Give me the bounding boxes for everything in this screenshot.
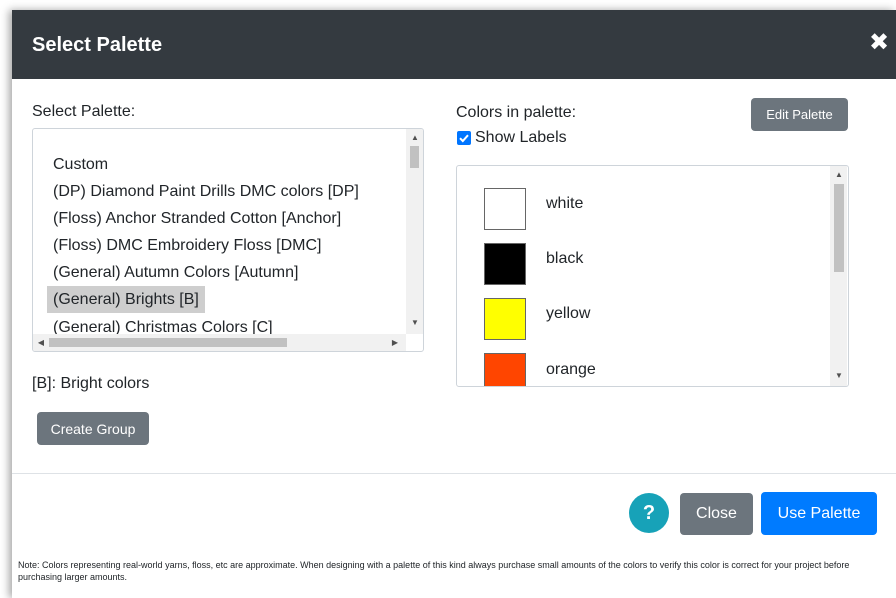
color-swatch-orange[interactable] — [484, 353, 526, 386]
color-label-orange: orange — [546, 361, 596, 378]
palette-option-dp[interactable]: (DP) Diamond Paint Drills DMC colors [DP… — [47, 178, 365, 205]
close-button[interactable]: Close — [680, 493, 753, 535]
palette-option-custom[interactable]: Custom — [47, 151, 114, 178]
colors-scroll-thumb[interactable] — [834, 184, 844, 272]
show-labels-label[interactable]: Show Labels — [475, 128, 567, 148]
disclaimer-note: Note: Colors representing real-world yar… — [18, 560, 850, 582]
dialog-header: Select Palette ✖ — [12, 10, 896, 79]
use-palette-button[interactable]: Use Palette — [761, 492, 877, 535]
dialog-title: Select Palette — [32, 34, 163, 56]
color-label-white: white — [546, 195, 584, 212]
palette-option-anchor[interactable]: (Floss) Anchor Stranded Cotton [Anchor] — [47, 205, 347, 232]
scroll-up-arrow-icon[interactable]: ▲ — [409, 133, 421, 143]
palette-listbox[interactable]: Custom (DP) Diamond Paint Drills DMC col… — [32, 128, 424, 352]
colors-in-palette-label: Colors in palette: — [456, 104, 577, 121]
palette-list-horizontal-scrollbar[interactable]: ◀ ▶ — [33, 334, 406, 351]
edit-palette-button[interactable]: Edit Palette — [751, 98, 848, 131]
palette-option-dmc[interactable]: (Floss) DMC Embroidery Floss [DMC] — [47, 232, 327, 259]
footer-divider — [12, 473, 896, 474]
scroll-up-arrow-icon[interactable]: ▲ — [833, 170, 845, 180]
color-swatch-black[interactable] — [484, 243, 526, 285]
scroll-left-arrow-icon[interactable]: ◀ — [35, 338, 47, 348]
horizontal-scroll-thumb[interactable] — [49, 338, 287, 347]
palette-description: [B]: Bright colors — [32, 375, 150, 392]
help-icon[interactable]: ? — [629, 493, 669, 533]
palette-list-vertical-scrollbar[interactable]: ▲ ▼ — [406, 129, 423, 334]
color-label-black: black — [546, 250, 584, 267]
palette-option-brights[interactable]: (General) Brights [B] — [47, 286, 205, 313]
palette-colors-box: white black yellow orange ▲ ▼ — [456, 165, 849, 387]
color-label-yellow: yellow — [546, 305, 591, 322]
color-swatch-white[interactable] — [484, 188, 526, 230]
select-palette-label: Select Palette: — [32, 103, 136, 120]
palette-option-autumn[interactable]: (General) Autumn Colors [Autumn] — [47, 259, 304, 286]
scroll-down-arrow-icon[interactable]: ▼ — [409, 318, 421, 328]
close-icon[interactable]: ✖ — [866, 30, 892, 56]
checkbox-check-icon — [459, 134, 469, 143]
scroll-down-arrow-icon[interactable]: ▼ — [833, 371, 845, 381]
color-swatch-yellow[interactable] — [484, 298, 526, 340]
show-labels-checkbox[interactable] — [457, 131, 471, 145]
create-group-button[interactable]: Create Group — [37, 412, 149, 445]
colors-vertical-scrollbar[interactable]: ▲ ▼ — [830, 166, 847, 386]
select-palette-dialog: Select Palette ✖ Select Palette: Custom … — [12, 10, 896, 598]
vertical-scroll-thumb[interactable] — [410, 146, 419, 168]
scroll-right-arrow-icon[interactable]: ▶ — [389, 338, 401, 348]
